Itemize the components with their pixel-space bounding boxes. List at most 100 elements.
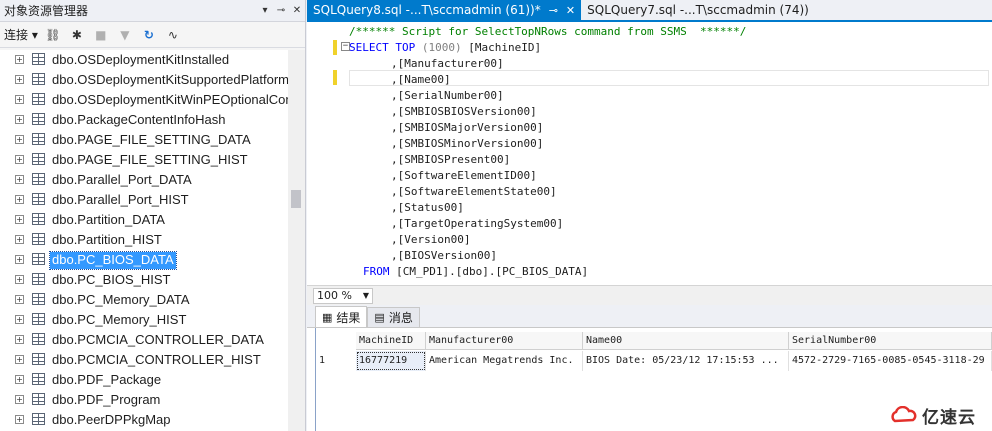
code-column-line: ,[SoftwareElementState00] — [391, 185, 557, 198]
table-cell[interactable]: 16777219 — [356, 351, 426, 371]
document-tabs: SQLQuery8.sql -...T\sccmadmin (61))* ⊸ ✕… — [307, 0, 992, 22]
disconnect-icon[interactable]: ✱ — [68, 28, 86, 42]
tree-node[interactable]: + dbo.PAGE_FILE_SETTING_HIST — [0, 150, 288, 170]
table-cell[interactable]: American Megatrends Inc. — [426, 351, 583, 371]
tree-node[interactable]: + dbo.PDF_Program — [0, 390, 288, 410]
zoom-select[interactable]: 100 % ▼ — [313, 287, 373, 304]
pin-icon[interactable]: ⊸ — [273, 5, 289, 16]
expand-icon[interactable]: + — [15, 95, 24, 104]
cloud-logo-icon — [891, 405, 917, 422]
tree-node[interactable]: + dbo.Partition_HIST — [0, 230, 288, 250]
activity-monitor-icon[interactable]: ∿ — [164, 28, 182, 42]
tree-node[interactable]: + dbo.Parallel_Port_DATA — [0, 170, 288, 190]
table-icon — [32, 353, 45, 365]
tree-node-label: dbo.OSDeploymentKitSupportedPlatform — [52, 72, 288, 87]
expand-icon[interactable]: + — [15, 75, 24, 84]
table-icon — [32, 133, 45, 145]
tree-node[interactable]: + dbo.PDF_Package — [0, 370, 288, 390]
tree-node-label: dbo.PC_Memory_HIST — [52, 312, 187, 327]
connect-icon[interactable]: ⛓ — [44, 28, 62, 42]
expand-icon[interactable]: + — [15, 55, 24, 64]
code-column-line: ,[Version00] — [391, 233, 471, 246]
table-icon — [32, 233, 45, 245]
code-column-line: ,[TargetOperatingSystem00] — [391, 217, 564, 230]
pin-icon[interactable]: ⊸ — [549, 4, 558, 17]
tree-node[interactable]: + dbo.Partition_DATA — [0, 210, 288, 230]
expand-icon[interactable]: + — [15, 275, 24, 284]
tab-messages[interactable]: ▤ 消息 — [367, 307, 420, 327]
object-tree: + dbo.OSDeploymentKitInstalled + dbo.OSDepl… — [0, 50, 288, 431]
dropdown-icon[interactable]: ▾ — [257, 5, 273, 16]
connect-button[interactable]: 连接 ▾ — [4, 26, 38, 43]
object-explorer-panel: 对象资源管理器 ▾ ⊸ ✕ 连接 ▾ ⛓ ✱ ■ ▼ ↻ ∿ + dbo.OSDe… — [0, 0, 306, 431]
tree-node[interactable]: + dbo.PCMCIA_CONTROLLER_DATA — [0, 330, 288, 350]
stop-icon[interactable]: ■ — [92, 28, 110, 42]
table-icon — [32, 113, 45, 125]
close-icon[interactable]: ✕ — [289, 5, 305, 16]
expand-icon[interactable]: + — [15, 135, 24, 144]
table-icon — [32, 253, 45, 265]
column-header[interactable]: Manufacturer00 — [426, 332, 583, 350]
tab-sqlquery8[interactable]: SQLQuery8.sql -...T\sccmadmin (61))* ⊸ ✕ — [307, 0, 582, 20]
scroll-thumb[interactable] — [291, 190, 301, 208]
tree-node[interactable]: + dbo.PC_BIOS_HIST — [0, 270, 288, 290]
tree-node[interactable]: + dbo.OSDeploymentKitWinPEOptionalCom — [0, 90, 288, 110]
ssms-window: 对象资源管理器 ▾ ⊸ ✕ 连接 ▾ ⛓ ✱ ■ ▼ ↻ ∿ + dbo.OSDe… — [0, 0, 992, 431]
code-select-line: SELECT TOP (1000) [MachineID] — [349, 41, 542, 54]
tab-label: 消息 — [388, 311, 413, 325]
expand-icon[interactable]: + — [15, 175, 24, 184]
tab-label: 结果 — [336, 310, 361, 325]
expand-icon[interactable]: + — [15, 395, 24, 404]
table-icon — [32, 273, 45, 285]
tree-node[interactable]: + dbo.PC_Memory_HIST — [0, 310, 288, 330]
grid-left-border — [315, 328, 316, 431]
expand-icon[interactable]: + — [15, 315, 24, 324]
tree-node[interactable]: + dbo.OSDeploymentKitSupportedPlatform — [0, 70, 288, 90]
tree-node[interactable]: + dbo.Parallel_Port_HIST — [0, 190, 288, 210]
code-column-line: ,[SoftwareElementID00] — [391, 169, 537, 182]
tree-node-label: dbo.PackageContentInfoHash — [52, 112, 226, 127]
tree-node[interactable]: + dbo.PAGE_FILE_SETTING_DATA — [0, 130, 288, 150]
column-header[interactable]: MachineID — [356, 332, 426, 350]
tree-node[interactable]: + dbo.PackageContentInfoHash — [0, 110, 288, 130]
object-explorer-titlebar: 对象资源管理器 ▾ ⊸ ✕ — [0, 0, 305, 22]
expand-icon[interactable]: + — [15, 235, 24, 244]
code-column-line: ,[SMBIOSBIOSVersion00] — [391, 105, 537, 118]
tree-node[interactable]: + dbo.PCMCIA_CONTROLLER_HIST — [0, 350, 288, 370]
query-editor[interactable]: − /****** Script for SelectTopNRows comm… — [307, 22, 992, 285]
expand-icon[interactable]: + — [15, 335, 24, 344]
change-marker — [333, 40, 337, 55]
expand-icon[interactable]: + — [15, 195, 24, 204]
expand-icon[interactable]: + — [15, 295, 24, 304]
close-icon[interactable]: ✕ — [566, 4, 575, 17]
expand-icon[interactable]: + — [15, 375, 24, 384]
tree-node[interactable]: + dbo.OSDeploymentKitInstalled — [0, 50, 288, 70]
expand-icon[interactable]: + — [15, 355, 24, 364]
code-column-line: ,[SMBIOSMajorVersion00] — [391, 121, 544, 134]
tree-node[interactable]: + dbo.PC_BIOS_DATA — [0, 250, 288, 270]
table-icon — [32, 193, 45, 205]
expand-icon[interactable]: + — [15, 255, 24, 264]
tab-sqlquery7[interactable]: SQLQuery7.sql -...T\sccmadmin (74)) — [581, 0, 815, 20]
tree-node-label: dbo.PAGE_FILE_SETTING_DATA — [52, 132, 251, 147]
expand-icon[interactable]: + — [15, 115, 24, 124]
horizontal-scrollbar[interactable] — [379, 287, 992, 304]
tree-node[interactable]: + dbo.PC_Memory_DATA — [0, 290, 288, 310]
tree-scrollbar[interactable] — [288, 50, 305, 431]
expand-icon[interactable]: + — [15, 215, 24, 224]
tab-results[interactable]: ▦ 结果 — [315, 306, 368, 327]
table-cell[interactable]: BIOS Date: 05/23/12 17:15:53 ... — [583, 351, 789, 371]
refresh-icon[interactable]: ↻ — [140, 28, 158, 42]
tree-node-label: dbo.PDF_Program — [52, 392, 161, 407]
column-header[interactable]: Name00 — [583, 332, 789, 350]
table-icon — [32, 393, 45, 405]
column-header[interactable]: SerialNumber00 — [789, 332, 992, 350]
tree-node-label: dbo.Partition_HIST — [52, 232, 162, 247]
tree-node[interactable]: + dbo.PeerDPPkgMap — [0, 410, 288, 430]
row-number[interactable]: 1 — [319, 351, 325, 371]
filter-icon[interactable]: ▼ — [116, 28, 134, 42]
table-cell[interactable]: 4572-2729-7165-0085-0545-3118-29 — [789, 351, 992, 371]
expand-icon[interactable]: + — [15, 415, 24, 424]
expand-icon[interactable]: + — [15, 155, 24, 164]
message-icon: ▤ — [374, 311, 385, 324]
